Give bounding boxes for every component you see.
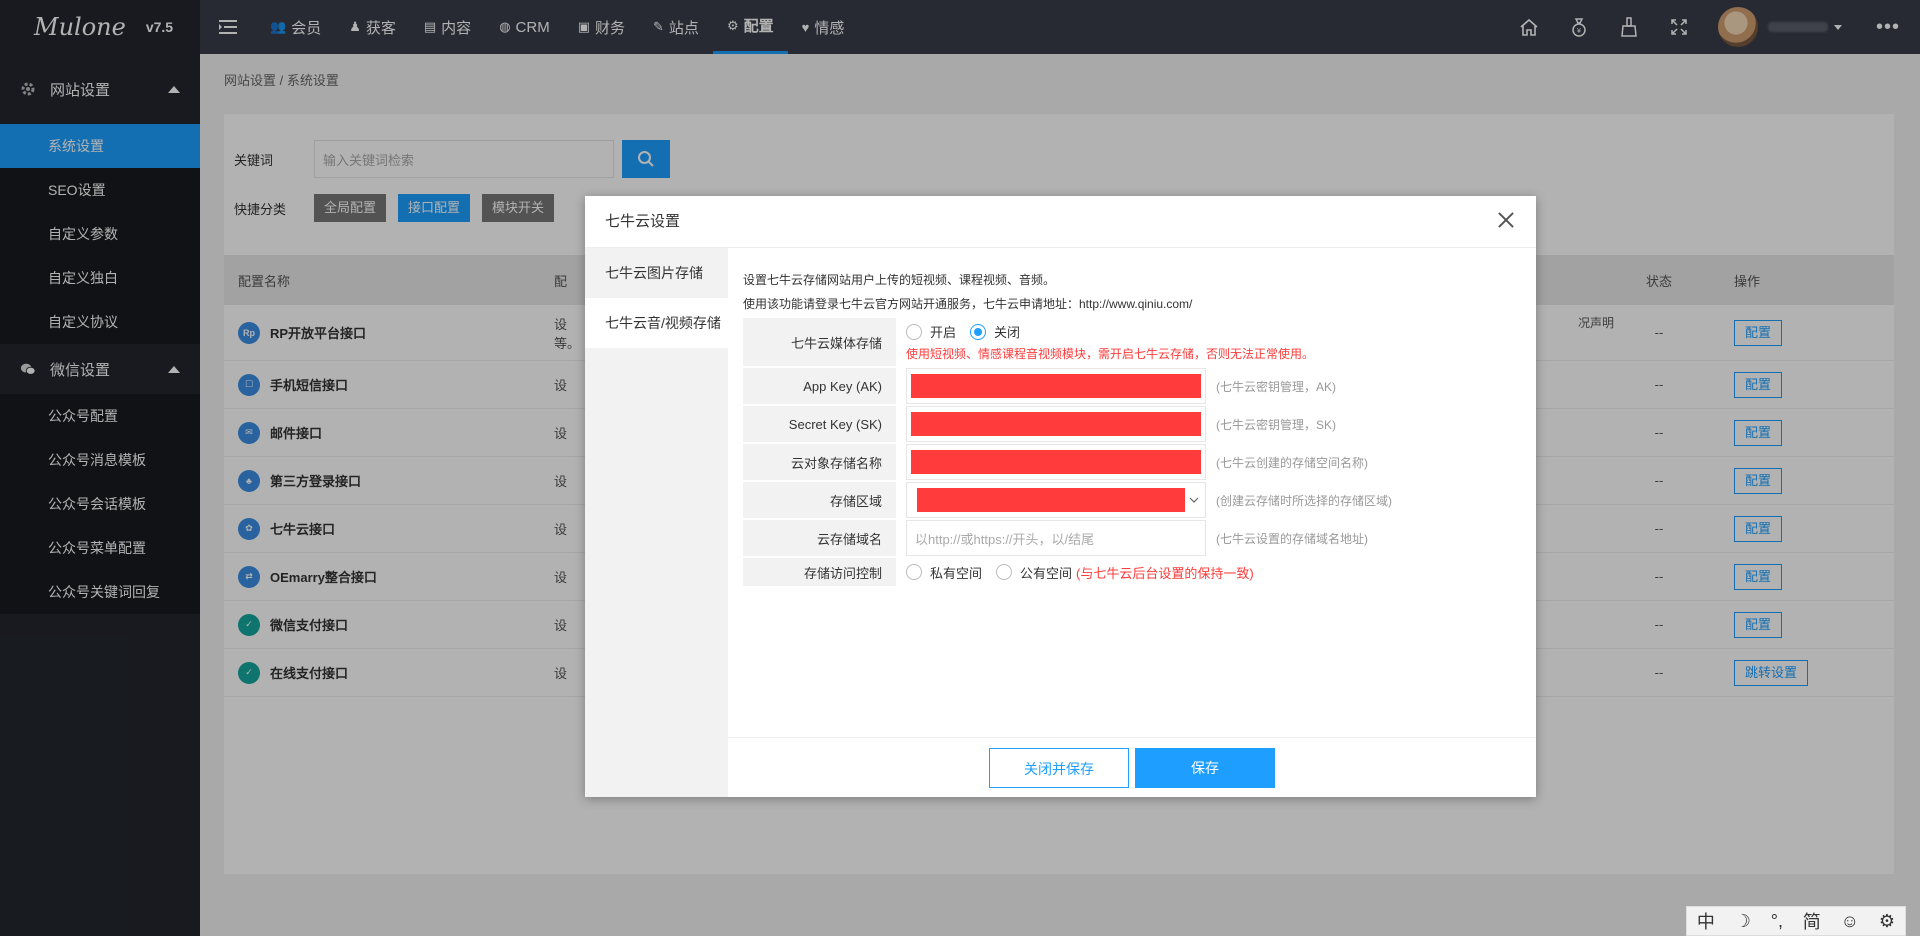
secret-key-input[interactable] xyxy=(906,406,1206,442)
radio-label: 私有空间 xyxy=(930,565,983,581)
ime-chinese-toggle[interactable]: 中 xyxy=(1697,908,1715,934)
redacted-value xyxy=(917,488,1185,512)
ime-toolbar: 中 ☽ °, 简 ☺ ⚙ xyxy=(1686,906,1906,936)
redacted-value xyxy=(911,450,1201,474)
radio-public[interactable] xyxy=(996,564,1013,580)
radio-label: 公有空间 xyxy=(1020,565,1073,581)
field-label: 云对象存储名称 xyxy=(743,444,896,480)
tab-audio-video-storage[interactable]: 七牛云音/视频存储 xyxy=(585,298,728,348)
radio-label: 开启 xyxy=(930,325,957,340)
field-label: App Key (AK) xyxy=(743,368,896,404)
form-row-domain: 云存储域名 以http://或https://开头，以/结尾 (七牛云设置的存储… xyxy=(743,520,1533,558)
qiniu-form: 七牛云媒体存储 开启 关闭 使用短视频、情感课程音视频模块，需开启七牛云存储，否… xyxy=(743,318,1533,588)
form-row-secret-key: Secret Key (SK) (七牛云密钥管理，SK) xyxy=(743,406,1533,444)
modal-body: 设置七牛云存储网站用户上传的短视频、课程视频、音频。 使用该功能请登录七牛云官方… xyxy=(728,248,1536,797)
domain-cell: 以http://或https://开头，以/结尾 (七牛云设置的存储域名地址) xyxy=(896,520,1368,556)
app-key-input[interactable] xyxy=(906,368,1206,404)
radio-label: 关闭 xyxy=(994,325,1021,340)
region-select[interactable] xyxy=(906,482,1206,518)
modal-tab-list: 七牛云图片存储 七牛云音/视频存储 xyxy=(585,248,728,797)
redacted-value xyxy=(911,374,1201,398)
settings-icon[interactable]: ⚙ xyxy=(1879,911,1895,932)
intro-line-1: 设置七牛云存储网站用户上传的短视频、课程视频、音频。 xyxy=(743,273,1056,287)
redacted-value xyxy=(911,412,1201,436)
intro-text: 设置七牛云存储网站用户上传的短视频、课程视频、音频。 使用该功能请登录七牛云官方… xyxy=(728,248,1536,316)
region-cell: (创建云存储时所选择的存储区域) xyxy=(896,482,1392,518)
qiniu-settings-modal: 七牛云设置 七牛云图片存储 七牛云音/视频存储 设置七牛云存储网站用户上传的短视… xyxy=(585,196,1536,797)
access-note: (与七牛云后台设置的保持一致) xyxy=(1076,565,1254,581)
save-button[interactable]: 保存 xyxy=(1135,747,1275,788)
form-row-app-key: App Key (AK) (七牛云密钥管理，AK) xyxy=(743,368,1533,406)
moon-icon[interactable]: ☽ xyxy=(1735,911,1751,932)
simplified-toggle[interactable]: 简 xyxy=(1803,908,1821,934)
bucket-input[interactable] xyxy=(906,444,1206,480)
form-row-region: 存储区域 (创建云存储时所选择的存储区域) xyxy=(743,482,1533,520)
field-hint: (创建云存储时所选择的存储区域) xyxy=(1216,493,1392,508)
field-label: Secret Key (SK) xyxy=(743,406,896,442)
intro-line-2: 使用该功能请登录七牛云官方网站开通服务，七牛云申请地址：http://www.q… xyxy=(743,297,1193,311)
modal-title-bar: 七牛云设置 xyxy=(585,196,1536,248)
field-label: 云存储域名 xyxy=(743,520,896,556)
close-and-save-button[interactable]: 关闭并保存 xyxy=(989,747,1129,788)
close-icon[interactable] xyxy=(1496,210,1516,230)
field-label: 存储访问控制 xyxy=(743,558,896,586)
media-storage-options: 开启 关闭 使用短视频、情感课程音视频模块，需开启七牛云存储，否则无法正常使用。 xyxy=(896,318,1314,366)
bucket-cell: (七牛云创建的存储空间名称) xyxy=(896,444,1368,480)
field-label: 七牛云媒体存储 xyxy=(743,318,896,366)
media-storage-warning: 使用短视频、情感课程音视频模块，需开启七牛云存储，否则无法正常使用。 xyxy=(906,347,1315,361)
secret-key-cell: (七牛云密钥管理，SK) xyxy=(896,406,1336,442)
radio-private[interactable] xyxy=(906,564,922,580)
domain-placeholder: 以http://或https://开头，以/结尾 xyxy=(915,531,1095,547)
form-row-access: 存储访问控制 私有空间 公有空间 (与七牛云后台设置的保持一致) xyxy=(743,558,1533,588)
modal-footer: 关闭并保存 保存 xyxy=(728,737,1536,797)
app-key-cell: (七牛云密钥管理，AK) xyxy=(896,368,1336,404)
domain-input[interactable]: 以http://或https://开头，以/结尾 xyxy=(906,520,1206,556)
emoji-icon[interactable]: ☺ xyxy=(1841,911,1859,932)
form-row-bucket: 云对象存储名称 (七牛云创建的存储空间名称) xyxy=(743,444,1533,482)
radio-enable[interactable] xyxy=(906,323,922,340)
field-hint: (七牛云密钥管理，SK) xyxy=(1216,417,1337,432)
access-options: 私有空间 公有空间 (与七牛云后台设置的保持一致) xyxy=(896,558,1254,586)
form-row-media-storage: 七牛云媒体存储 开启 关闭 使用短视频、情感课程音视频模块，需开启七牛云存储，否… xyxy=(743,318,1533,368)
radio-disable[interactable] xyxy=(970,323,987,340)
modal-title: 七牛云设置 xyxy=(605,213,681,230)
chevron-down-icon xyxy=(1189,497,1199,503)
tab-image-storage[interactable]: 七牛云图片存储 xyxy=(585,248,728,298)
field-hint: (七牛云密钥管理，AK) xyxy=(1216,379,1337,394)
field-hint: (七牛云创建的存储空间名称) xyxy=(1216,455,1368,470)
field-label: 存储区域 xyxy=(743,482,896,518)
field-hint: (七牛云设置的存储域名地址) xyxy=(1216,531,1368,546)
punctuation-toggle[interactable]: °, xyxy=(1771,911,1783,932)
